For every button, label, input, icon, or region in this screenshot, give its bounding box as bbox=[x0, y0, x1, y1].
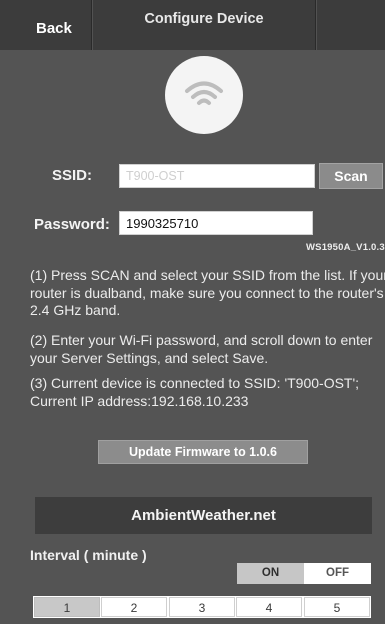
interval-option-5[interactable]: 5 bbox=[304, 597, 370, 617]
wifi-icon bbox=[185, 81, 223, 105]
server-ambientweather[interactable]: AmbientWeather.net bbox=[35, 497, 372, 534]
page-title: Configure Device bbox=[92, 0, 316, 50]
firmware-version: WS1950A_V1.0.3 bbox=[306, 242, 385, 253]
back-button[interactable]: Back bbox=[0, 0, 92, 50]
instruction-step-3: (3) Current device is connected to SSID:… bbox=[30, 375, 360, 409]
header-right-slot bbox=[316, 0, 385, 50]
upload-toggle: ON OFF bbox=[237, 563, 371, 584]
ssid-field[interactable] bbox=[119, 164, 315, 188]
instruction-step-1: (1) Press SCAN and select your SSID from… bbox=[30, 267, 385, 318]
interval-selector: 1 2 3 4 5 bbox=[33, 596, 371, 618]
top-bar: Back Configure Device bbox=[0, 0, 385, 50]
toggle-on[interactable]: ON bbox=[237, 563, 304, 584]
toggle-off[interactable]: OFF bbox=[304, 563, 371, 584]
wifi-badge bbox=[165, 56, 243, 134]
password-label: Password: bbox=[34, 216, 110, 233]
password-field[interactable] bbox=[119, 211, 313, 235]
instruction-step-2: (2) Enter your Wi-Fi password, and scrol… bbox=[30, 332, 373, 366]
interval-option-1[interactable]: 1 bbox=[34, 597, 100, 617]
update-firmware-button[interactable]: Update Firmware to 1.0.6 bbox=[98, 440, 308, 464]
interval-option-4[interactable]: 4 bbox=[236, 597, 302, 617]
scan-button[interactable]: Scan bbox=[319, 163, 383, 189]
interval-option-2[interactable]: 2 bbox=[101, 597, 167, 617]
ssid-label: SSID: bbox=[52, 167, 93, 184]
interval-option-3[interactable]: 3 bbox=[169, 597, 235, 617]
interval-label: Interval ( minute ) bbox=[30, 547, 147, 563]
